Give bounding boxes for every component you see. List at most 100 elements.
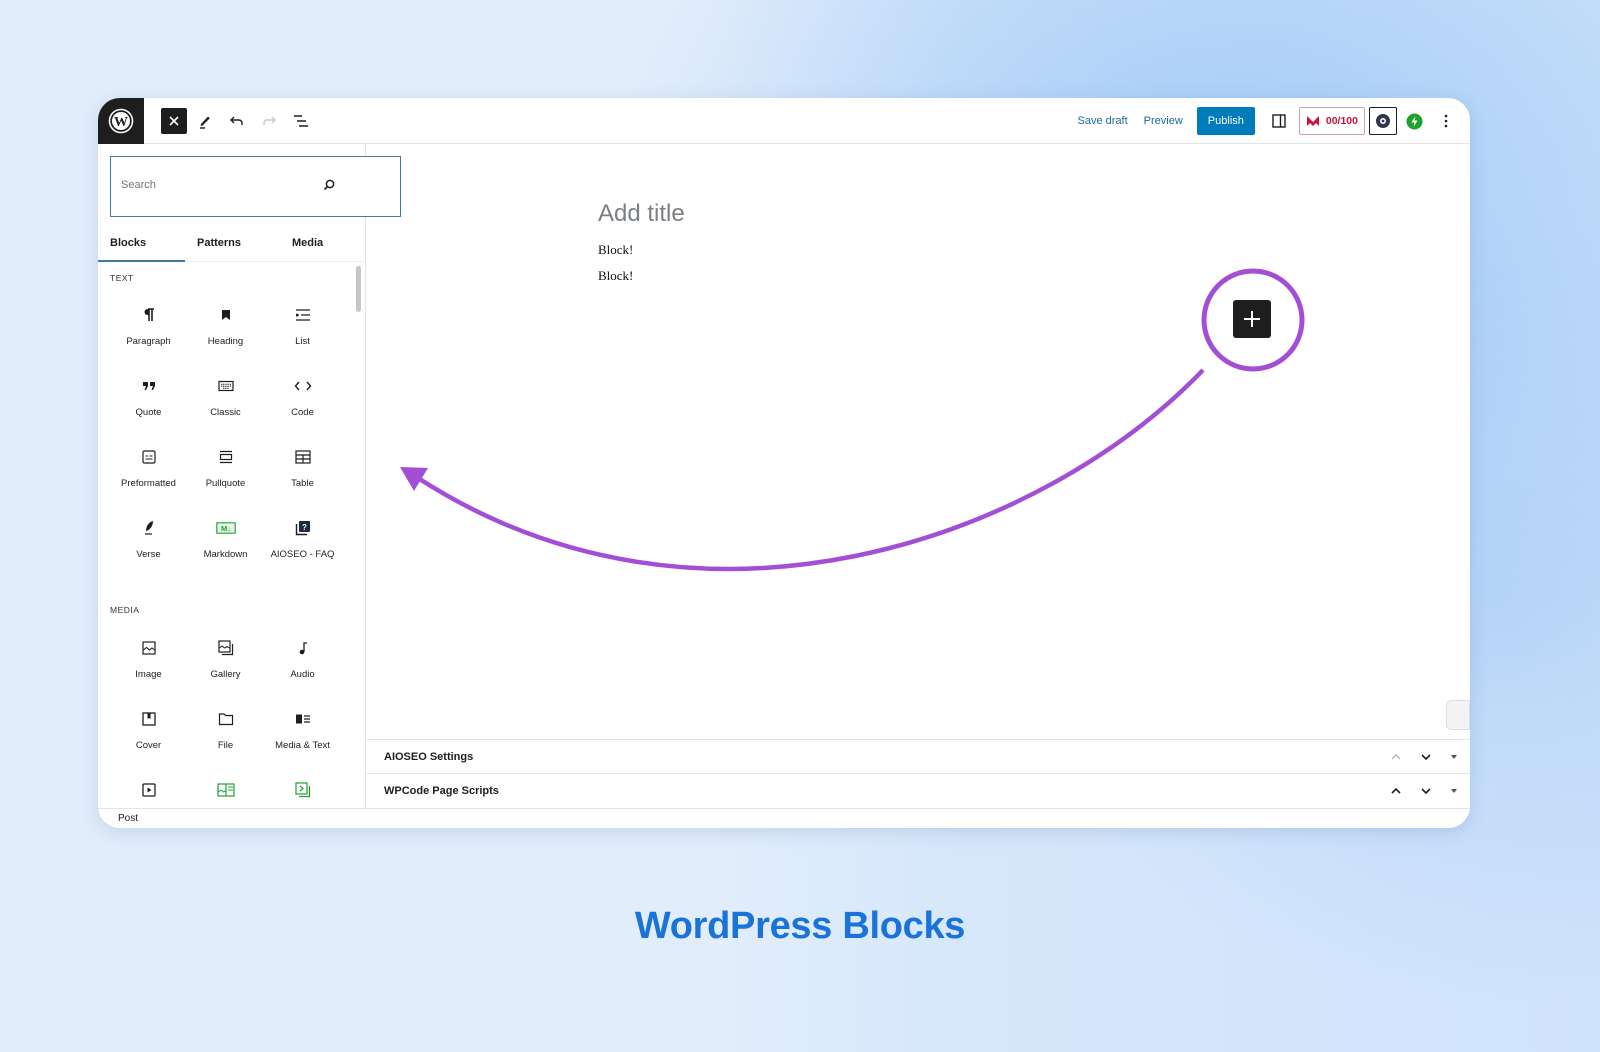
redo-button[interactable] bbox=[255, 107, 283, 135]
media-text-icon bbox=[295, 714, 310, 724]
block-image[interactable]: Image bbox=[110, 625, 187, 696]
block-label: Audio bbox=[290, 669, 315, 680]
block-label: Media & Text bbox=[275, 740, 330, 751]
block-inserter-panel: Blocks Patterns Media TEXT Paragraph Hea… bbox=[98, 144, 401, 808]
chevron-up-icon[interactable] bbox=[1390, 787, 1402, 795]
chevron-up-icon[interactable] bbox=[1390, 753, 1402, 761]
tools-button[interactable] bbox=[191, 107, 219, 135]
document-overview-icon bbox=[294, 114, 308, 127]
block-search-input[interactable] bbox=[121, 179, 311, 191]
aioseo-logo-icon bbox=[1306, 116, 1319, 126]
document-overview-button[interactable] bbox=[287, 107, 315, 135]
lightning-icon bbox=[1406, 113, 1422, 129]
block-label: Verse bbox=[136, 549, 161, 560]
block-label: Gallery bbox=[210, 669, 241, 680]
block-file[interactable]: File bbox=[187, 696, 264, 767]
chevron-down-icon[interactable] bbox=[1420, 753, 1432, 761]
cover-icon bbox=[141, 712, 156, 726]
block-label: AIOSEO - FAQ bbox=[270, 549, 335, 560]
tab-media[interactable]: Media bbox=[275, 234, 355, 262]
block-label: Code bbox=[291, 407, 314, 418]
meta-box-title: WPCode Page Scripts bbox=[384, 784, 499, 797]
audio-icon bbox=[299, 642, 307, 655]
block-pullquote[interactable]: Pullquote bbox=[187, 434, 264, 505]
block-search[interactable] bbox=[110, 156, 401, 217]
feather-icon bbox=[144, 521, 153, 535]
publish-button[interactable]: Publish bbox=[1196, 107, 1255, 135]
tab-blocks[interactable]: Blocks bbox=[98, 234, 185, 262]
preformatted-icon bbox=[141, 450, 156, 464]
chevron-down-icon[interactable] bbox=[1420, 787, 1432, 795]
pencil-icon bbox=[200, 116, 210, 129]
post-title-input[interactable]: Add title bbox=[598, 200, 685, 228]
undo-button[interactable] bbox=[223, 107, 251, 135]
block-verse[interactable]: Verse bbox=[110, 505, 187, 576]
save-draft-button[interactable]: Save draft bbox=[1070, 115, 1136, 127]
caret-down-icon[interactable] bbox=[1450, 788, 1458, 794]
block-label: List bbox=[295, 336, 310, 347]
meta-box-wpcode[interactable]: WPCode Page Scripts bbox=[366, 773, 1470, 807]
svg-text:?: ? bbox=[302, 523, 307, 532]
video-icon bbox=[141, 783, 156, 797]
block-list[interactable]: List bbox=[264, 292, 341, 363]
wordpress-logo-icon[interactable]: W bbox=[98, 98, 144, 144]
plugin-settings-button[interactable] bbox=[1369, 107, 1397, 135]
collapsed-panel-handle[interactable] bbox=[1446, 700, 1470, 730]
bookmark-icon bbox=[221, 310, 230, 320]
section-label-media: MEDIA bbox=[110, 605, 140, 615]
section-label-text: TEXT bbox=[110, 273, 134, 283]
editor-canvas: Add title Block! Block! bbox=[366, 144, 1470, 739]
caption: WordPress Blocks bbox=[634, 905, 966, 947]
image-icon bbox=[141, 641, 156, 655]
editor-window: W Save draft Preview Publish 00/100 Sear… bbox=[98, 98, 1470, 828]
caret-down-icon[interactable] bbox=[1450, 754, 1458, 760]
block-table[interactable]: Table bbox=[264, 434, 341, 505]
paragraph-block[interactable]: Block! bbox=[598, 268, 633, 284]
inserter-scrollbar[interactable] bbox=[354, 262, 362, 808]
block-gallery[interactable]: Gallery bbox=[187, 625, 264, 696]
green-embed-icon bbox=[294, 782, 310, 798]
close-inserter-button[interactable] bbox=[161, 107, 187, 134]
tab-patterns[interactable]: Patterns bbox=[185, 234, 275, 262]
seo-score-button[interactable]: 00/100 bbox=[1298, 107, 1365, 135]
block-aioseo-faq[interactable]: ? AIOSEO - FAQ bbox=[264, 505, 341, 576]
block-classic[interactable]: Classic bbox=[187, 363, 264, 434]
block-code[interactable]: Code bbox=[264, 363, 341, 434]
close-icon bbox=[169, 115, 179, 126]
block-heading[interactable]: Heading bbox=[187, 292, 264, 363]
breadcrumb[interactable]: Post bbox=[118, 813, 138, 824]
sidebar-toggle-icon bbox=[1272, 114, 1286, 128]
block-quote[interactable]: Quote bbox=[110, 363, 187, 434]
svg-text:W: W bbox=[114, 115, 128, 130]
block-paragraph[interactable]: Paragraph bbox=[110, 292, 187, 363]
options-button[interactable] bbox=[1432, 107, 1460, 135]
block-label: Cover bbox=[135, 740, 162, 751]
pullquote-icon bbox=[219, 450, 232, 464]
block-media-text[interactable]: Media & Text bbox=[264, 696, 341, 767]
settings-sidebar-button[interactable] bbox=[1265, 107, 1293, 135]
block-markdown[interactable]: M↓ Markdown bbox=[187, 505, 264, 576]
performance-button[interactable] bbox=[1400, 107, 1428, 135]
meta-box-aioseo[interactable]: AIOSEO Settings bbox=[366, 739, 1470, 773]
redo-icon bbox=[263, 116, 276, 125]
scrollbar-thumb[interactable] bbox=[356, 266, 361, 312]
preview-button[interactable]: Preview bbox=[1136, 115, 1191, 127]
gallery-icon bbox=[217, 640, 233, 656]
paragraph-block[interactable]: Block! bbox=[598, 242, 633, 258]
block-inserter-button[interactable] bbox=[1233, 300, 1271, 338]
media-blocks-grid: Image Gallery Audio Cover File Media & T… bbox=[110, 625, 346, 828]
list-icon bbox=[295, 309, 310, 321]
keyboard-icon bbox=[217, 380, 234, 392]
inserter-tabs: Blocks Patterns Media bbox=[98, 234, 366, 262]
block-label: Paragraph bbox=[126, 336, 171, 347]
block-label: Classic bbox=[210, 407, 241, 418]
block-audio[interactable]: Audio bbox=[264, 625, 341, 696]
quote-icon bbox=[142, 382, 155, 390]
text-blocks-grid: Paragraph Heading List Quote Classic Cod… bbox=[110, 292, 346, 576]
meta-box-title: AIOSEO Settings bbox=[384, 750, 474, 763]
status-bar: Post bbox=[98, 808, 1470, 828]
block-preformatted[interactable]: Preformatted bbox=[110, 434, 187, 505]
block-label: Quote bbox=[135, 407, 162, 418]
block-label: Table bbox=[291, 478, 314, 489]
block-cover[interactable]: Cover bbox=[110, 696, 187, 767]
